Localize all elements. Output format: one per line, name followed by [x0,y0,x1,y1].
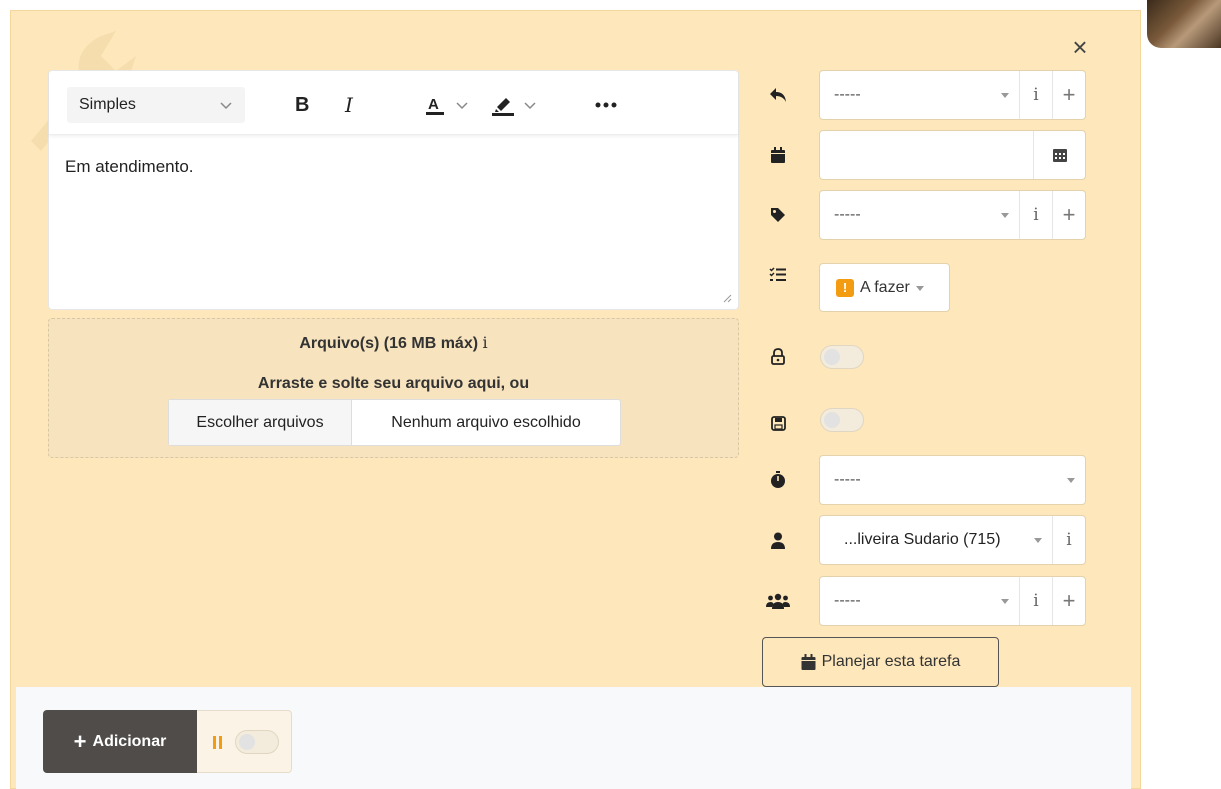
add-button[interactable]: + [1052,577,1085,625]
dropzone-title-text: Arquivo(s) (16 MB máx) [299,335,479,352]
info-button[interactable]: i [1019,191,1052,239]
info-button[interactable]: i [1019,71,1052,119]
status-label: A fazer [860,278,910,296]
calendar-icon [801,654,816,670]
group-select-value: ----- [834,592,861,609]
tag-select-group: ----- i + [819,190,1086,240]
close-button[interactable]: × [1068,34,1092,60]
calendar-icon [766,143,790,167]
lock-icon [766,344,790,368]
group-select-group: ----- i + [819,576,1086,626]
date-picker-button[interactable] [1033,131,1085,179]
tag-select-value: ----- [834,206,861,223]
file-name-label: Nenhum arquivo escolhido [391,413,581,431]
plan-task-button[interactable]: Planejar esta tarefa [762,637,999,687]
save-toggle[interactable] [820,408,864,432]
svg-text:A: A [428,96,439,113]
ellipsis-icon [595,102,617,108]
reply-select[interactable]: ----- [820,71,1019,119]
save-icon [766,411,790,435]
stopwatch-icon [766,468,790,492]
caret-down-icon [1034,538,1042,543]
tag-select[interactable]: ----- [820,191,1019,239]
plus-icon: + [73,728,87,754]
paragraph-style-value: Simples [79,96,136,113]
highlighter-icon [492,98,514,116]
bold-icon: B [295,93,310,116]
dropzone-title: Arquivo(s) (16 MB máx) i [49,333,738,353]
info-icon[interactable]: i [483,333,488,352]
file-input[interactable]: Escolher arquivos Nenhum arquivo escolhi… [168,399,621,446]
user-avatar[interactable] [1147,0,1221,48]
timer-select[interactable]: ----- [820,456,1085,504]
private-toggle[interactable] [820,345,864,369]
calendar-grid-icon [1052,149,1067,162]
user-select[interactable]: ...liveira Sudario (715) [820,516,1052,564]
status-dropdown[interactable]: ! A fazer [819,263,950,312]
paragraph-style-select[interactable]: Simples [67,87,245,123]
timer-select-group: ----- [819,455,1086,505]
choose-files-button[interactable]: Escolher arquivos [169,400,352,445]
chevron-down-icon [524,102,536,110]
reply-select-value: ----- [834,86,861,103]
pause-icon [213,736,223,749]
reply-select-group: ----- i + [819,70,1086,120]
add-submit-button[interactable]: + Adicionar [43,710,197,773]
date-input-group [819,130,1086,180]
user-select-value: ...liveira Sudario (715) [844,531,1001,548]
chevron-down-icon [220,102,232,110]
pause-toggle[interactable] [235,730,279,754]
pause-toggle-group [197,710,292,773]
user-icon [766,528,790,552]
font-color-button[interactable]: A [425,91,469,119]
bold-button[interactable]: B [295,91,309,119]
add-button[interactable]: + [1052,71,1085,119]
rich-text-editor[interactable]: Simples B I A Em atendimento. [48,70,739,310]
more-options-button[interactable] [595,91,617,119]
add-submit-label: Adicionar [92,732,167,750]
file-dropzone[interactable]: Arquivo(s) (16 MB máx) i Arraste e solte… [48,318,739,458]
task-list-icon [766,263,790,287]
resize-grip-icon[interactable] [722,293,732,303]
reply-icon [766,83,790,107]
editor-toolbar: Simples B I A [49,71,738,135]
plan-task-label: Planejar esta tarefa [821,653,961,670]
editor-content[interactable]: Em atendimento. [49,135,738,199]
caret-down-icon [1001,213,1009,218]
add-button[interactable]: + [1052,191,1085,239]
italic-button[interactable]: I [345,91,353,119]
user-select-group: ...liveira Sudario (715) i [819,515,1086,565]
caret-down-icon [1001,93,1009,98]
highlight-color-button[interactable] [491,91,537,119]
caret-down-icon [1001,599,1009,604]
date-input[interactable] [820,131,1033,179]
italic-icon: I [345,93,353,117]
group-select[interactable]: ----- [820,577,1019,625]
modal-footer: + Adicionar [16,687,1131,789]
chevron-down-icon [456,102,468,110]
caret-down-icon [915,286,924,291]
tag-icon [766,203,790,227]
info-button[interactable]: i [1019,577,1052,625]
caret-down-icon [1067,478,1075,483]
info-button[interactable]: i [1052,516,1085,564]
warning-icon: ! [836,278,854,297]
timer-select-value: ----- [834,471,861,488]
font-color-icon: A [426,96,444,115]
dropzone-instructions: Arraste e solte seu arquivo aqui, ou [257,375,530,392]
users-group-icon [766,589,790,613]
